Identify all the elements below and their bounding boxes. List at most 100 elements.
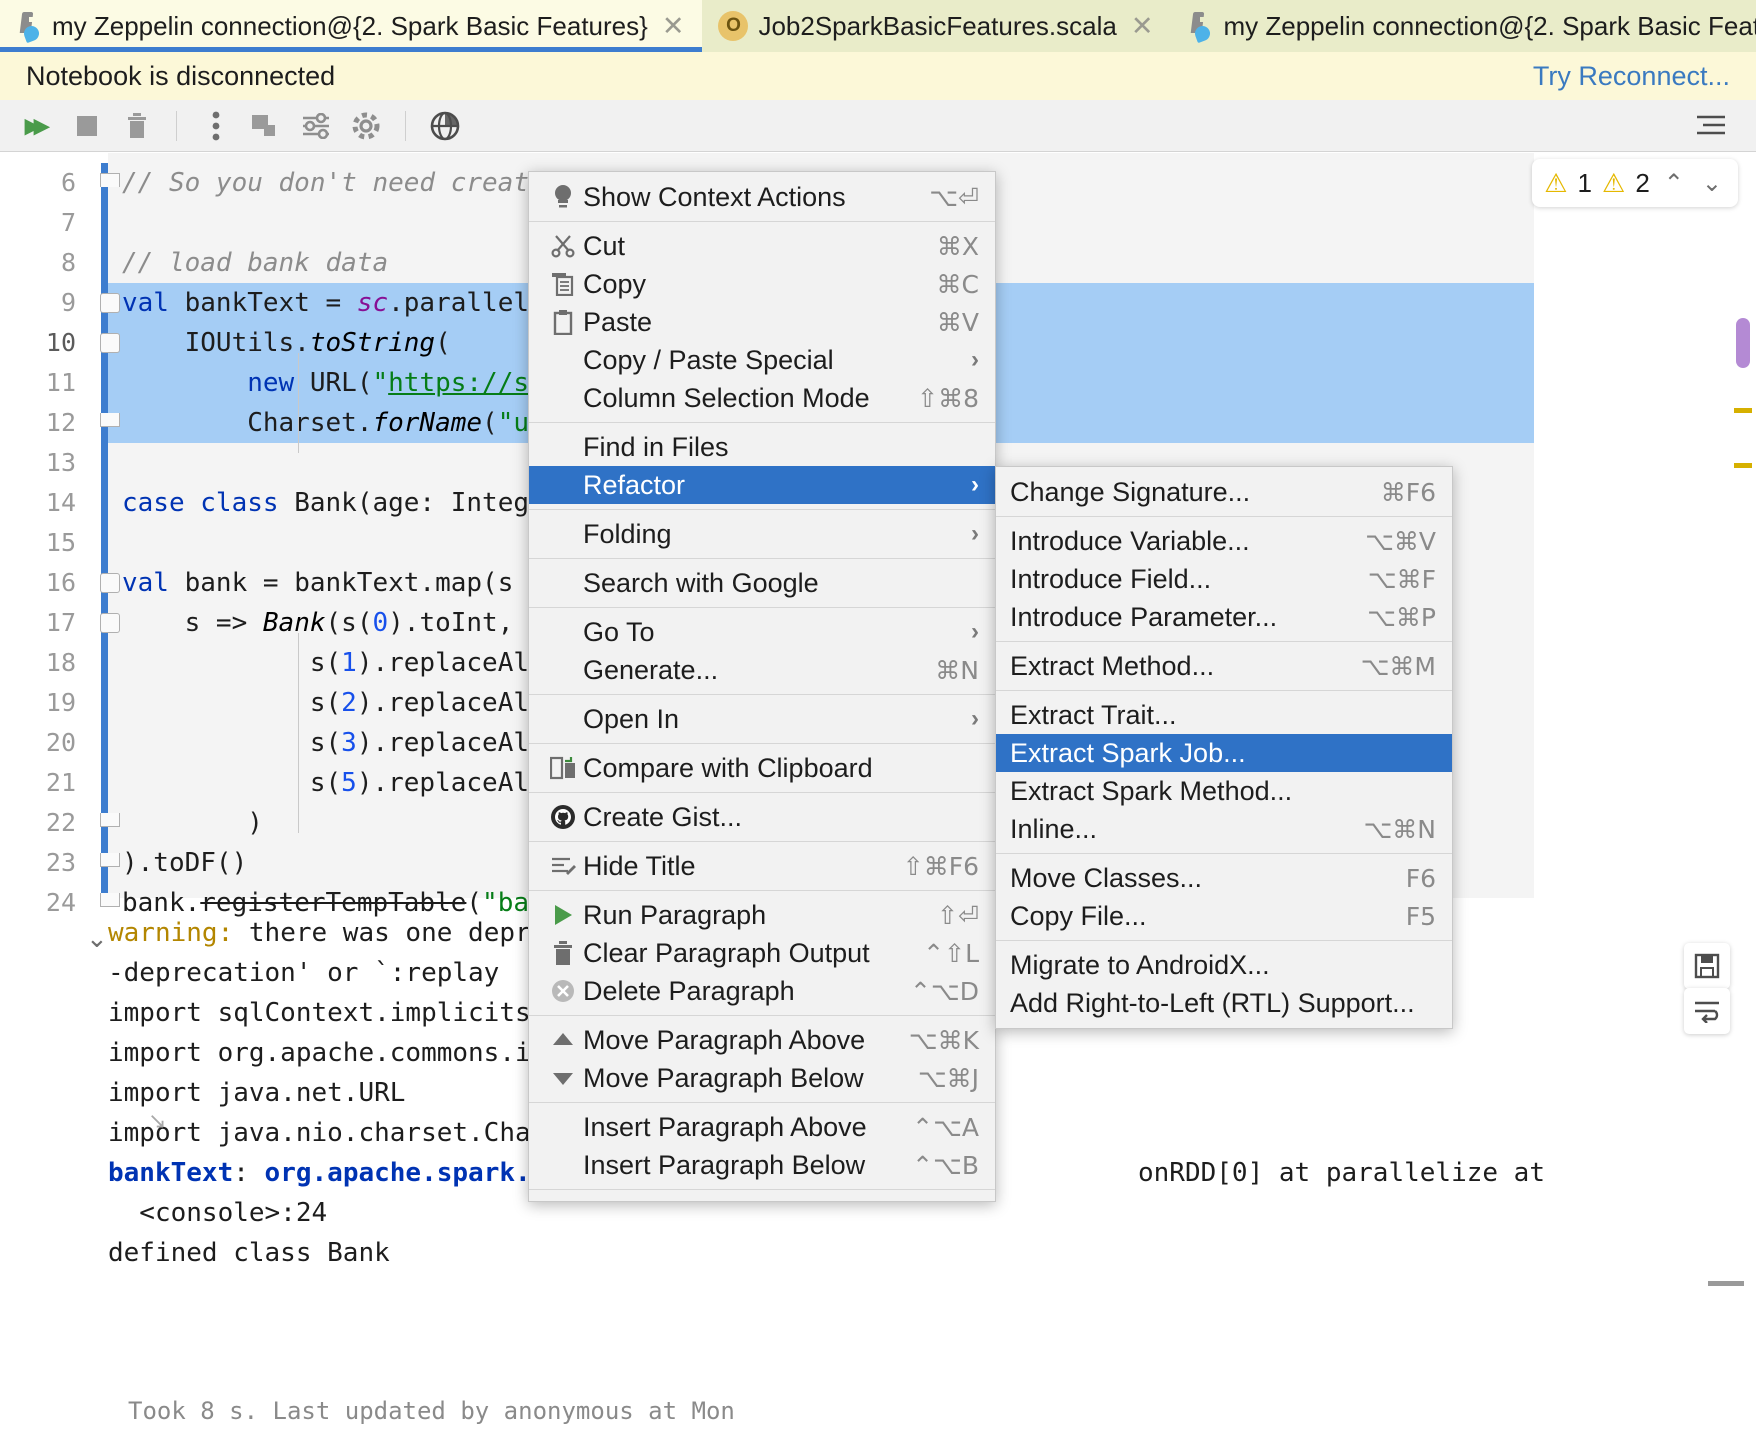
save-output-button[interactable] <box>1684 943 1730 989</box>
menu-item-label: Run Paragraph <box>583 900 915 931</box>
ctx-menu-item-run-paragraph[interactable]: Run Paragraph⇧⏎ <box>529 896 995 934</box>
ctx-menu-item-insert-paragraph-below[interactable]: Insert Paragraph Below⌃⌥B <box>529 1146 995 1184</box>
try-reconnect-link[interactable]: Try Reconnect... <box>1533 61 1730 92</box>
stop-button[interactable] <box>64 104 110 148</box>
code-fold-toggle[interactable] <box>100 573 120 593</box>
refactor-menu-item-extract-spark-method[interactable]: Extract Spark Method... <box>996 772 1452 810</box>
ctx-menu-item-find-in-files[interactable]: Find in Files <box>529 428 995 466</box>
refactor-submenu[interactable]: Change Signature...⌘F6 Introduce Variable… <box>995 466 1453 1029</box>
code-line[interactable]: ) <box>122 803 263 843</box>
next-problem-icon[interactable]: ⌄ <box>1698 169 1726 198</box>
settings-button[interactable] <box>343 104 389 148</box>
code-line[interactable]: s(3).replaceAll(" <box>122 723 576 763</box>
code-line[interactable]: IOUtils.toString( <box>122 323 451 363</box>
ctx-menu-item-paste[interactable]: Paste⌘V <box>529 303 995 341</box>
ctx-menu-item-create-gist[interactable]: Create Gist... <box>529 798 995 836</box>
ctx-menu-item-cut[interactable]: Cut⌘X <box>529 227 995 265</box>
code-fold-toggle[interactable] <box>100 813 120 827</box>
paragraph-group-button[interactable] <box>243 104 289 148</box>
soft-wrap-toggle-button[interactable] <box>1684 988 1730 1034</box>
code-line[interactable]: val bankText = sc.parallelize <box>122 283 576 323</box>
refactor-menu-item-extract-spark-job[interactable]: Extract Spark Job... <box>996 734 1452 772</box>
ctx-menu-item-delete-paragraph[interactable]: Delete Paragraph⌃⌥D <box>529 972 995 1010</box>
ctx-menu-item-copy[interactable]: Copy⌘C <box>529 265 995 303</box>
editor-context-menu[interactable]: Show Context Actions ⌥⏎ Cut⌘XCopy⌘CPaste⌘V… <box>528 171 996 1202</box>
refactor-menu-item-inline[interactable]: Inline...⌥⌘N <box>996 810 1452 848</box>
code-fold-toggle[interactable] <box>100 333 120 353</box>
code-fold-toggle[interactable] <box>100 293 120 313</box>
tab-zeppelin-notebook-2[interactable]: my Zeppelin connection@{2. Spark Basic F… <box>1171 0 1756 52</box>
more-options-button[interactable] <box>193 104 239 148</box>
ctx-menu-item-folding[interactable]: Folding› <box>529 515 995 553</box>
ctx-menu-item-open-in[interactable]: Open In› <box>529 700 995 738</box>
interpreter-settings-button[interactable] <box>293 104 339 148</box>
code-line[interactable]: ).toDF() <box>122 843 247 883</box>
ctx-menu-item-generate[interactable]: Generate...⌘N <box>529 651 995 689</box>
ctx-menu-item-move-paragraph-below[interactable]: Move Paragraph Below⌥⌘J <box>529 1059 995 1097</box>
code-line[interactable]: s(5).replaceAll(" <box>122 763 576 803</box>
tab-scala-file[interactable]: O Job2SparkBasicFeatures.scala ✕ <box>702 0 1171 52</box>
refactor-menu-item-extract-method[interactable]: Extract Method...⌥⌘M <box>996 647 1452 685</box>
menu-separator <box>529 221 995 222</box>
output-line-fragment: onRDD[0] at parallelize at <box>1138 1153 1545 1193</box>
menu-item-label: Delete Paragraph <box>583 976 888 1007</box>
code-line[interactable]: case class Bank(age: Integer, <box>122 483 576 523</box>
code-line[interactable]: Charset.forName("utf8 <box>122 403 576 443</box>
code-fold-toggle[interactable] <box>100 173 120 187</box>
collapse-output-chevron-icon[interactable]: ⌄ <box>86 923 108 954</box>
indent-guide <box>298 353 299 453</box>
refactor-menu-item-change-signature[interactable]: Change Signature...⌘F6 <box>996 473 1452 511</box>
code-line[interactable]: // load bank data <box>122 243 388 283</box>
tab-zeppelin-notebook-1[interactable]: my Zeppelin connection@{2. Spark Basic F… <box>0 0 702 52</box>
close-icon[interactable]: ✕ <box>658 13 689 40</box>
scrollbar-warning-marker-2[interactable] <box>1734 463 1752 468</box>
paragraph-indicator-bar <box>101 163 108 898</box>
menu-item-label: Show Context Actions <box>583 182 907 213</box>
ctx-menu-item-hide-title[interactable]: Hide Title⇧⌘F6 <box>529 847 995 885</box>
code-line[interactable]: new URL("https://s3.a <box>122 363 576 403</box>
refactor-menu-item-introduce-parameter[interactable]: Introduce Parameter...⌥⌘P <box>996 598 1452 636</box>
refactor-menu-item-add-right-to-left-rtl-support[interactable]: Add Right-to-Left (RTL) Support... <box>996 984 1452 1022</box>
ctx-menu-item-column-selection-mode[interactable]: Column Selection Mode⇧⌘8 <box>529 379 995 417</box>
code-fold-toggle[interactable] <box>100 893 120 907</box>
ctx-menu-item-copy-paste-special[interactable]: Copy / Paste Special› <box>529 341 995 379</box>
ctx-menu-item-clear-paragraph-output[interactable]: Clear Paragraph Output⌃⇧L <box>529 934 995 972</box>
ctx-menu-item-compare-with-clipboard[interactable]: Compare with Clipboard <box>529 749 995 787</box>
delete-button[interactable] <box>114 104 160 148</box>
scrollbar-warning-marker[interactable] <box>1734 408 1752 413</box>
ctx-menu-item-go-to[interactable]: Go To› <box>529 613 995 651</box>
ctx-menu-item-refactor[interactable]: Refactor› <box>529 466 995 504</box>
menu-item-label: Extract Method... <box>1010 651 1339 682</box>
code-line[interactable]: s(2).replaceAll(" <box>122 683 576 723</box>
refactor-menu-item-move-classes[interactable]: Move Classes...F6 <box>996 859 1452 897</box>
menu-separator <box>996 940 1452 941</box>
close-icon[interactable]: ✕ <box>1127 13 1158 40</box>
ctx-menu-item-show-context-actions[interactable]: Show Context Actions ⌥⏎ <box>529 178 995 216</box>
refactor-menu-item-copy-file[interactable]: Copy File...F5 <box>996 897 1452 935</box>
refactor-menu-item-migrate-to-androidx[interactable]: Migrate to AndroidX... <box>996 946 1452 984</box>
ctx-menu-item-search-with-google[interactable]: Search with Google <box>529 564 995 602</box>
code-fold-toggle[interactable] <box>100 613 120 633</box>
ctx-menu-item-insert-paragraph-above[interactable]: Insert Paragraph Above⌃⌥A <box>529 1108 995 1146</box>
inspection-widget[interactable]: ⚠ 1 ⚠ 2 ⌃ ⌄ <box>1532 159 1738 207</box>
code-line[interactable]: val bank = bankText.map(s => <box>122 563 560 603</box>
code-line[interactable]: s(1).replaceAll(" <box>122 643 576 683</box>
menu-item-shortcut: ⌥⏎ <box>929 183 979 212</box>
menu-separator <box>996 853 1452 854</box>
open-in-browser-button[interactable] <box>422 104 468 148</box>
code-fold-toggle[interactable] <box>100 853 120 867</box>
code-line[interactable]: s => Bank(s(0).toInt, <box>122 603 513 643</box>
indent-guide <box>298 633 299 833</box>
line-number-gutter: 6789101112131415161718192021222324 <box>0 153 100 898</box>
code-fold-toggle[interactable] <box>100 413 120 427</box>
refactor-menu-item-introduce-variable[interactable]: Introduce Variable...⌥⌘V <box>996 522 1452 560</box>
notebook-menu-button[interactable] <box>1688 104 1734 148</box>
soft-wrap-arrow-icon: ↘ <box>148 1108 166 1134</box>
run-all-button[interactable]: ▸▸ <box>14 104 60 148</box>
refactor-menu-item-introduce-field[interactable]: Introduce Field...⌥⌘F <box>996 560 1452 598</box>
refactor-menu-item-extract-trait[interactable]: Extract Trait... <box>996 696 1452 734</box>
ctx-menu-item-move-paragraph-above[interactable]: Move Paragraph Above⌥⌘K <box>529 1021 995 1059</box>
editor-scrollbar-thumb[interactable] <box>1736 318 1750 368</box>
tab-label: my Zeppelin connection@{2. Spark Basic F… <box>52 11 648 42</box>
previous-problem-icon[interactable]: ⌃ <box>1660 169 1688 198</box>
